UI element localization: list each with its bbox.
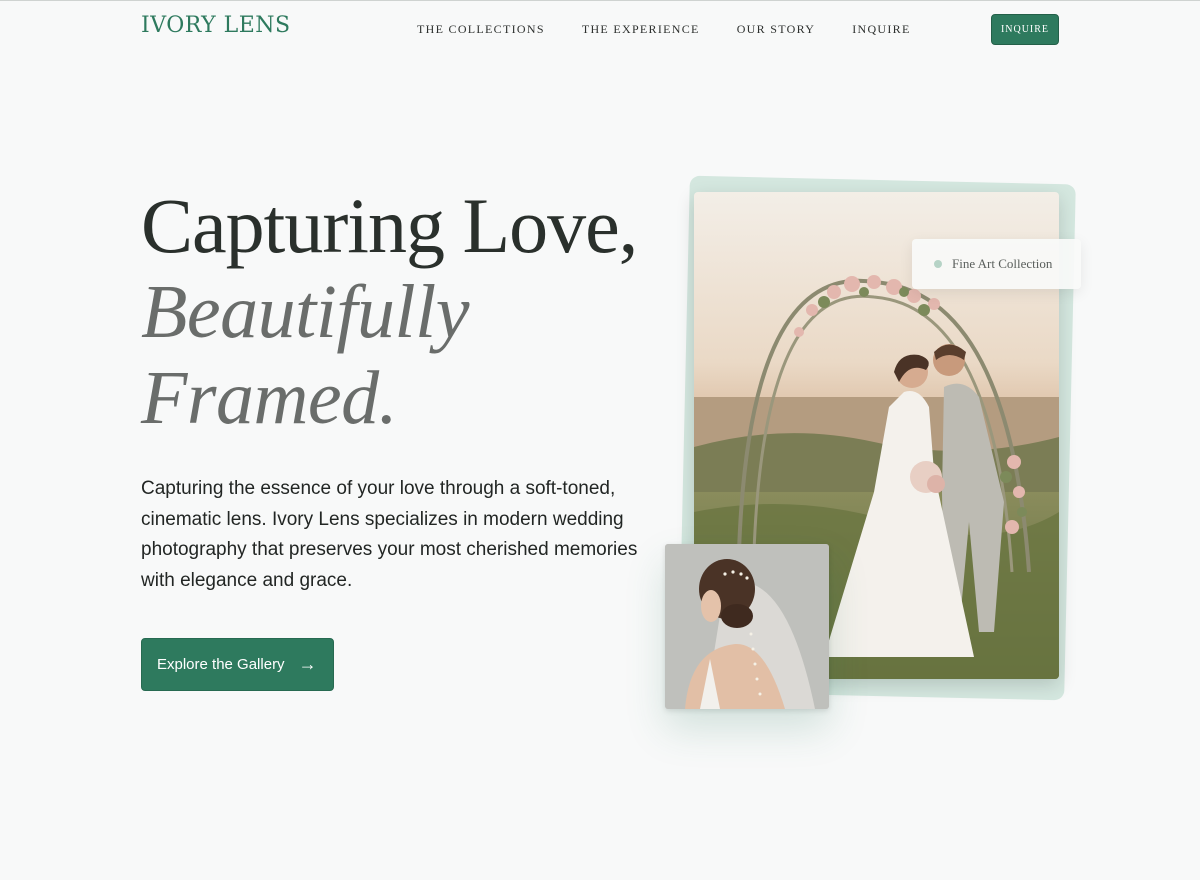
headline-line-2: Beautifully <box>141 270 469 354</box>
nav-link-our-story[interactable]: OUR STORY <box>737 22 816 37</box>
arrow-right-icon: → <box>298 654 317 674</box>
site-header: IVORY LENS THE COLLECTIONS THE EXPERIENC… <box>0 1 1200 57</box>
nav-link-inquire[interactable]: INQUIRE <box>852 22 910 37</box>
nav-link-collections[interactable]: THE COLLECTIONS <box>417 22 545 37</box>
inquire-button[interactable]: INQUIRE <box>991 14 1059 45</box>
brand-logo[interactable]: IVORY LENS <box>141 13 291 38</box>
badge-label: Fine Art Collection <box>952 256 1053 271</box>
headline-line-3: Framed. <box>141 356 398 440</box>
main-nav: THE COLLECTIONS THE EXPERIENCE OUR STORY… <box>417 22 948 37</box>
explore-gallery-label: Explore the Gallery <box>157 656 285 673</box>
bride-veil-detail-photo <box>665 544 829 709</box>
hero-headline: Capturing Love, Beautifully Framed. <box>141 183 681 441</box>
fine-art-collection-badge: Fine Art Collection <box>912 239 1081 289</box>
headline-line-1: Capturing Love, <box>141 182 638 269</box>
nav-link-experience[interactable]: THE EXPERIENCE <box>582 22 700 37</box>
explore-gallery-button[interactable]: Explore the Gallery → <box>141 638 334 691</box>
status-dot-icon <box>934 260 942 268</box>
hero-intro-text: Capturing the essence of your love throu… <box>141 478 638 591</box>
